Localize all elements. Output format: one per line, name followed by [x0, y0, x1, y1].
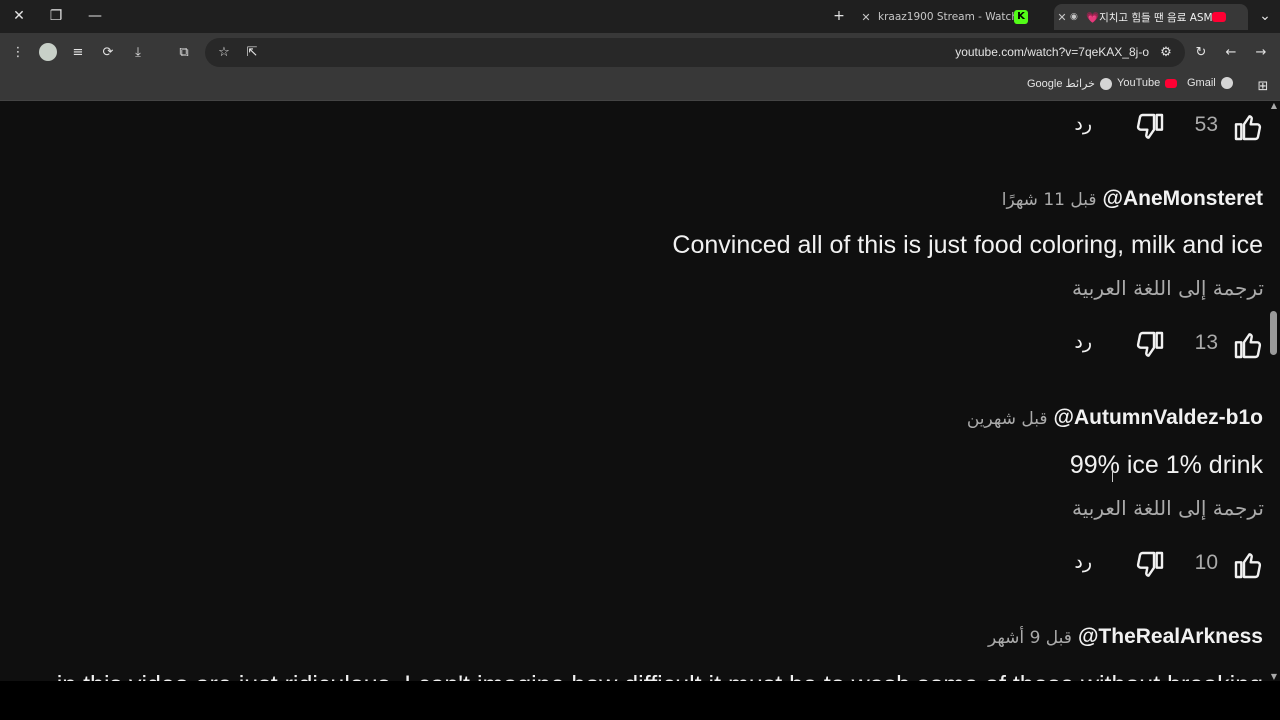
globe-icon — [1220, 77, 1233, 89]
comment-actions: 53 رد — [1034, 107, 1264, 147]
forward-icon[interactable]: → — [1250, 41, 1272, 63]
like-count: 13 — [1194, 331, 1218, 354]
bookmark-star-icon[interactable]: ☆ — [213, 41, 235, 63]
share-icon[interactable]: ⇱ — [241, 41, 263, 63]
tab-youtube-asmr[interactable]: ✕ ◉ 💗지치고 힘들 땐 음료 ASMR — [1054, 4, 1248, 30]
bookmark-label: Gmail — [1187, 77, 1216, 89]
address-bar[interactable]: ☆ ⇱ youtube.com/watch?v=7qeKAX_8j-o ⚙ — [205, 38, 1185, 67]
like-icon[interactable] — [1232, 111, 1264, 143]
comments-section: 53 رد @AneMonsteret قبل 11 شهرًا Convinc… — [0, 101, 1280, 720]
menu-icon[interactable]: ⋮ — [7, 41, 29, 63]
reply-button[interactable]: رد — [1074, 113, 1092, 135]
comment-author[interactable]: @AutumnValdez-b1o — [1054, 406, 1264, 430]
scroll-up-icon[interactable]: ▲ — [1271, 101, 1277, 110]
youtube-icon — [1165, 78, 1178, 88]
kick-icon: K — [1014, 10, 1028, 24]
bookmarks-bar: Google خرائط YouTube Gmail ⊞ — [0, 71, 1280, 101]
comment-author[interactable]: @TheRealArkness — [1078, 625, 1263, 649]
profile-avatar[interactable] — [37, 41, 59, 63]
close-tab-icon[interactable]: ✕ — [1054, 11, 1070, 24]
all-bookmarks-icon[interactable]: ⊞ — [1252, 75, 1274, 97]
tab-strip: ✕ ❐ — + ✕ kraaz1900 Stream - Watch Live … — [0, 0, 1280, 33]
minimize-window-icon[interactable]: — — [82, 4, 108, 28]
text-cursor-icon — [1112, 470, 1116, 482]
like-count: 10 — [1194, 551, 1218, 574]
comment-text: 99% ice 1% drink — [1069, 451, 1263, 479]
comment-header: @AneMonsteret قبل 11 شهرًا — [1002, 187, 1263, 211]
translate-link[interactable]: ترجمة إلى اللغة العربية — [1072, 496, 1264, 520]
comment-time[interactable]: قبل 9 أشهر — [988, 628, 1072, 648]
globe-icon — [1099, 77, 1112, 90]
url-text: youtube.com/watch?v=7qeKAX_8j-o — [955, 45, 1149, 59]
bookmark-youtube[interactable]: YouTube — [1117, 77, 1178, 89]
bookmark-google-maps[interactable]: Google خرائط — [1027, 77, 1112, 90]
close-window-icon[interactable]: ✕ — [6, 4, 32, 28]
close-tab-icon[interactable]: ✕ — [858, 11, 874, 24]
bookmark-gmail[interactable]: Gmail — [1187, 77, 1233, 89]
audio-playing-icon: ◉ — [1070, 12, 1078, 22]
comment-text: Convinced all of this is just food color… — [672, 231, 1263, 259]
bookmark-label: Google خرائط — [1027, 78, 1095, 90]
site-settings-icon[interactable]: ⚙ — [1155, 41, 1177, 63]
reading-list-icon[interactable]: ≡ — [67, 41, 89, 63]
bookmark-label: YouTube — [1117, 77, 1161, 89]
scrollbar-thumb[interactable] — [1270, 311, 1277, 355]
comment-header: @TheRealArkness قبل 9 أشهر — [988, 625, 1263, 649]
back-icon[interactable]: ← — [1220, 41, 1242, 63]
reply-button[interactable]: رد — [1074, 551, 1092, 573]
tab-kraaz1900[interactable]: ✕ kraaz1900 Stream - Watch Live K — [858, 4, 1048, 30]
performance-icon[interactable]: ⟳ — [97, 41, 119, 63]
extensions-icon[interactable]: ⧉ — [173, 41, 195, 63]
bottom-bar — [0, 681, 1280, 720]
comment-time[interactable]: قبل شهرين — [967, 409, 1048, 429]
restore-window-icon[interactable]: ❐ — [43, 4, 69, 28]
comment-actions: 10 رد — [1034, 545, 1264, 585]
new-tab-icon[interactable]: + — [826, 4, 852, 28]
youtube-icon — [1212, 12, 1226, 22]
comment-author[interactable]: @AneMonsteret — [1103, 187, 1264, 211]
reload-icon[interactable]: ↻ — [1190, 41, 1212, 63]
page-scrollbar[interactable]: ▲ ▼ — [1266, 101, 1280, 681]
tab-search-icon[interactable]: ⌄ — [1252, 4, 1278, 28]
comment-text: in this video are just ridiculous. I can… — [57, 667, 1263, 681]
dislike-icon[interactable] — [1134, 329, 1166, 361]
comment-actions: 13 رد — [1034, 325, 1264, 365]
reply-button[interactable]: رد — [1074, 331, 1092, 353]
dislike-icon[interactable] — [1134, 549, 1166, 581]
tab-title: 💗지치고 힘들 땐 음료 ASMR — [1086, 11, 1212, 24]
comment-time[interactable]: قبل 11 شهرًا — [1002, 190, 1097, 210]
like-icon[interactable] — [1232, 549, 1264, 581]
browser-toolbar: ⋮ ≡ ⟳ ⤓ ⧉ ☆ ⇱ youtube.com/watch?v=7qeKAX… — [0, 33, 1280, 71]
tab-title: kraaz1900 Stream - Watch Live — [878, 11, 1014, 23]
downloads-icon[interactable]: ⤓ — [127, 41, 149, 63]
like-count: 53 — [1194, 113, 1218, 136]
comment-header: @AutumnValdez-b1o قبل شهرين — [967, 406, 1263, 430]
dislike-icon[interactable] — [1134, 111, 1166, 143]
like-icon[interactable] — [1232, 329, 1264, 361]
scroll-down-icon[interactable]: ▼ — [1271, 672, 1277, 681]
translate-link[interactable]: ترجمة إلى اللغة العربية — [1072, 276, 1264, 300]
